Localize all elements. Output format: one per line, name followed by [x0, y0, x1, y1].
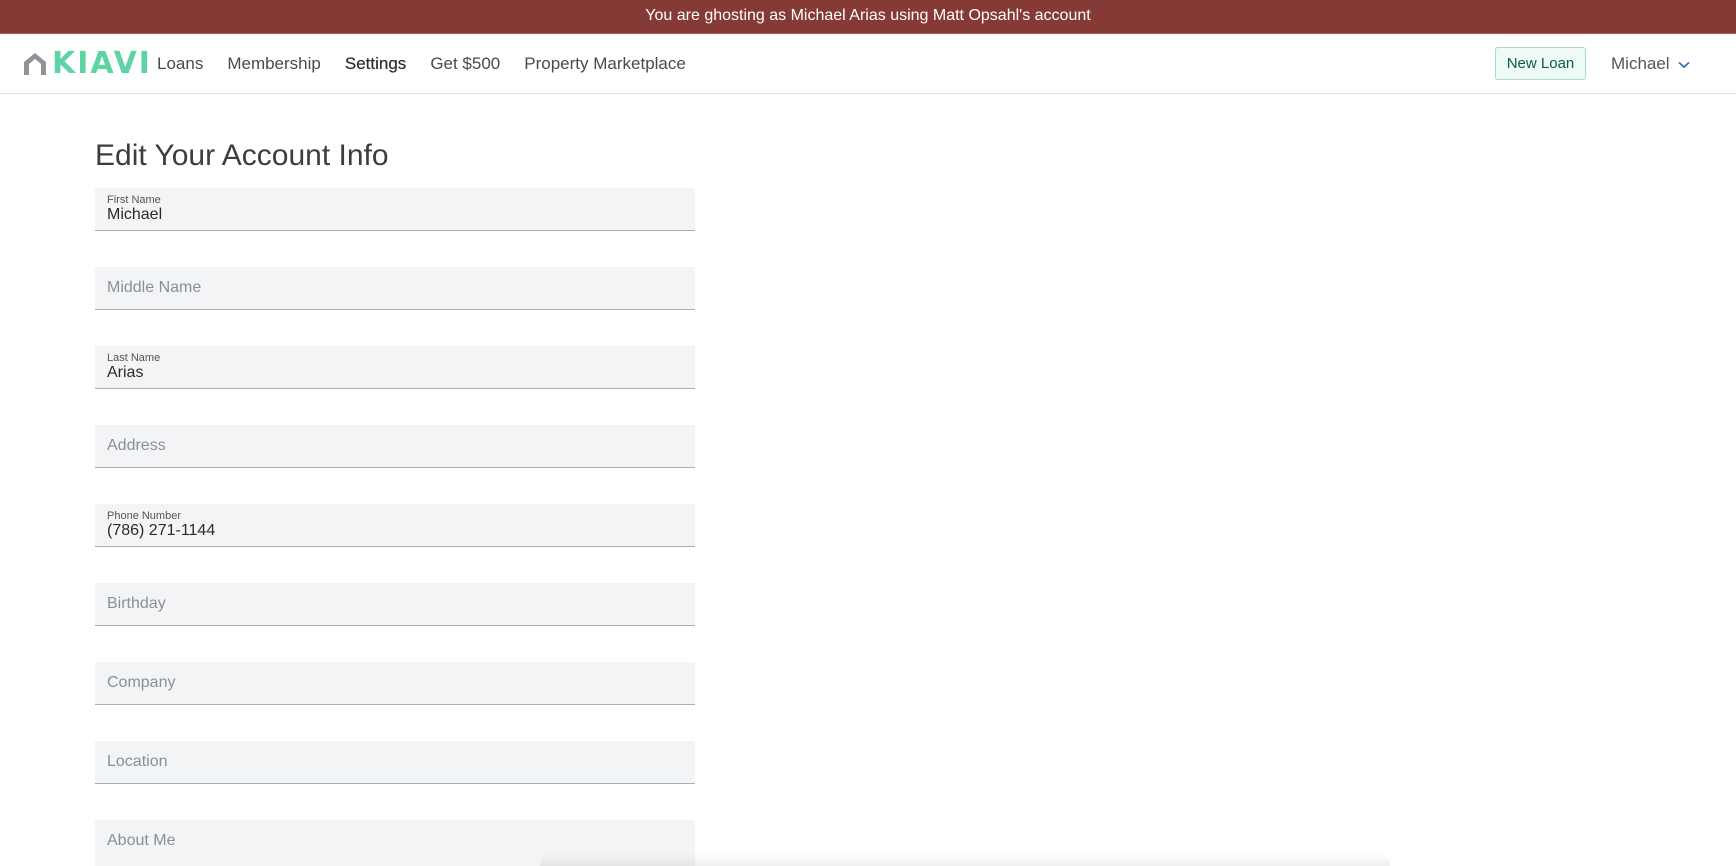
nav-link-membership[interactable]: Membership: [227, 54, 321, 74]
last-name-field[interactable]: Last Name Arias: [95, 346, 695, 389]
field-label: Phone Number: [107, 510, 181, 522]
field-value: Michael: [107, 206, 163, 223]
chevron-down-icon: [1677, 54, 1690, 74]
field-value: Arias: [107, 364, 144, 381]
field-label: First Name: [107, 194, 161, 206]
house-logo-icon: [24, 53, 46, 75]
bottom-panel-shadow: [540, 852, 1390, 866]
field-placeholder: Middle Name: [107, 279, 202, 296]
nav-link-property-marketplace[interactable]: Property Marketplace: [524, 54, 686, 74]
page-title: Edit Your Account Info: [95, 139, 389, 172]
nav-link-settings[interactable]: Settings: [345, 54, 406, 74]
address-field[interactable]: Address: [95, 425, 695, 468]
field-value: (786) 271-1144: [107, 522, 216, 539]
field-placeholder: Company: [107, 674, 176, 691]
user-menu[interactable]: Michael: [1611, 34, 1690, 94]
nav-links: Loans Membership Settings Get $500 Prope…: [157, 34, 710, 94]
ghosting-banner: You are ghosting as Michael Arias using …: [0, 0, 1736, 34]
field-placeholder: Location: [107, 753, 168, 770]
top-navigation: KIAVI Loans Membership Settings Get $500…: [0, 34, 1736, 94]
field-placeholder: Address: [107, 437, 166, 454]
field-placeholder: About Me: [107, 832, 176, 849]
nav-link-get-500[interactable]: Get $500: [430, 54, 500, 74]
phone-number-field[interactable]: Phone Number (786) 271-1144: [95, 504, 695, 547]
nav-link-loans[interactable]: Loans: [157, 54, 203, 74]
middle-name-field[interactable]: Middle Name: [95, 267, 695, 310]
company-field[interactable]: Company: [95, 662, 695, 705]
user-name: Michael: [1611, 54, 1670, 73]
kiavi-logo[interactable]: KIAVI: [22, 46, 152, 81]
field-placeholder: Birthday: [107, 595, 166, 612]
birthday-field[interactable]: Birthday: [95, 583, 695, 626]
field-label: Last Name: [107, 352, 161, 364]
logo-wordmark: KIAVI: [52, 46, 152, 81]
location-field[interactable]: Location: [95, 741, 695, 784]
new-loan-button[interactable]: New Loan: [1495, 47, 1586, 80]
first-name-field[interactable]: First Name Michael: [95, 188, 695, 231]
